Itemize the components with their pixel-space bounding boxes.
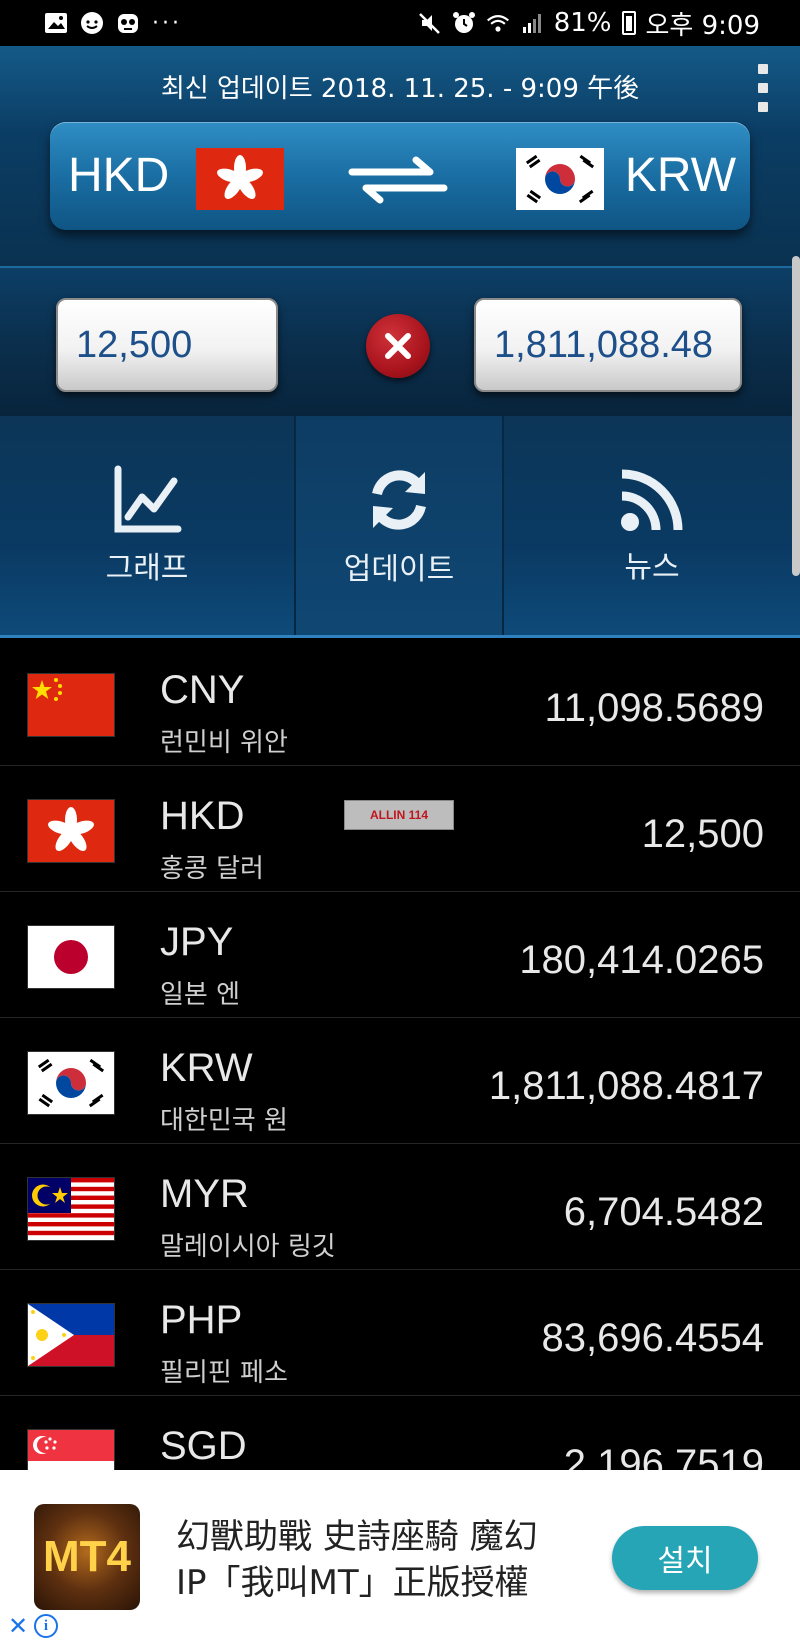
- battery-icon: [621, 11, 636, 35]
- currency-list: CNY 런민비 위안 11,098.5689 HKD ALLIN 114 홍콩 …: [0, 640, 800, 1470]
- update-label: 업데이트: [343, 551, 455, 587]
- status-bar: ··· 81% 오후 9:09: [0, 0, 800, 46]
- action-bar: 그래프 업데이트 뉴스: [0, 416, 800, 638]
- news-label: 뉴스: [624, 549, 680, 585]
- currency-name: 일본 엔: [160, 980, 241, 1010]
- currency-name: 대한민국 원: [160, 1106, 288, 1136]
- news-button[interactable]: 뉴스: [504, 416, 800, 635]
- currency-code: SGD: [160, 1424, 247, 1468]
- clear-button[interactable]: [366, 314, 430, 378]
- currency-code: KRW: [160, 1046, 253, 1090]
- currency-value: 180,414.0265: [519, 938, 764, 982]
- japan-flag-icon: [28, 926, 114, 988]
- currency-code: HKD: [160, 794, 245, 838]
- from-currency-code[interactable]: HKD: [68, 148, 169, 203]
- list-item-sgd[interactable]: SGD 2,196.7519: [0, 1396, 800, 1470]
- ad-banner[interactable]: MT4 幻獸助戰 史詩座騎 魔幻 IP「我叫MT」正版授權 설치 ✕ i: [0, 1470, 800, 1644]
- list-item-hkd[interactable]: HKD ALLIN 114 홍콩 달러 12,500: [0, 766, 800, 892]
- update-button[interactable]: 업데이트: [296, 416, 504, 635]
- currency-code: MYR: [160, 1172, 249, 1216]
- list-item-krw[interactable]: KRW 대한민국 원 1,811,088.4817: [0, 1018, 800, 1144]
- malaysia-flag-icon: [28, 1178, 114, 1240]
- from-amount-input[interactable]: 12,500: [56, 298, 278, 392]
- ad-app-icon[interactable]: MT4: [34, 1504, 140, 1610]
- china-flag-icon: [28, 674, 114, 736]
- overflow-menu-icon[interactable]: [754, 64, 772, 112]
- graph-label: 그래프: [105, 550, 189, 586]
- signal-icon: [520, 12, 544, 34]
- list-item-myr[interactable]: MYR 말레이시아 링깃 6,704.5482: [0, 1144, 800, 1270]
- refresh-icon: [372, 469, 426, 530]
- currency-value: 83,696.4554: [541, 1316, 764, 1360]
- to-amount-input[interactable]: 1,811,088.48: [474, 298, 742, 392]
- currency-code: PHP: [160, 1298, 243, 1342]
- rss-icon: [621, 469, 683, 531]
- ad-install-button[interactable]: 설치: [612, 1526, 758, 1590]
- chat-icon: [80, 12, 104, 34]
- app-header: 최신 업데이트 2018. 11. 25. - 9:09 午後 HKD KRW: [0, 46, 800, 266]
- currency-value: 1,811,088.4817: [488, 1064, 764, 1108]
- character-icon: [116, 12, 140, 34]
- close-icon: [385, 333, 411, 359]
- swap-currencies-icon[interactable]: [346, 156, 450, 204]
- ad-text-line1: 幻獸助戰 史詩座騎 魔幻: [176, 1517, 538, 1557]
- currency-name: 홍콩 달러: [160, 854, 264, 884]
- alarm-icon: [452, 12, 476, 34]
- list-item-php[interactable]: PHP 필리핀 페소 83,696.4554: [0, 1270, 800, 1396]
- hong-kong-flag-icon[interactable]: [196, 148, 284, 210]
- south-korea-flag-icon[interactable]: [516, 148, 604, 210]
- ad-text-line2: IP「我叫MT」正版授權: [176, 1563, 529, 1603]
- more-notifications-icon: ···: [152, 10, 182, 36]
- list-item-cny[interactable]: CNY 런민비 위안 11,098.5689: [0, 640, 800, 766]
- graph-button[interactable]: 그래프: [0, 416, 296, 635]
- ad-info-icon[interactable]: i: [34, 1614, 58, 1638]
- currency-name: 런민비 위안: [160, 728, 288, 758]
- singapore-flag-icon: [28, 1430, 114, 1470]
- scrollbar[interactable]: [792, 256, 800, 576]
- currency-value: 11,098.5689: [544, 686, 764, 730]
- chart-icon: [114, 465, 182, 532]
- battery-percent: 81%: [553, 8, 612, 38]
- gallery-icon: [44, 12, 68, 34]
- currency-pair-card[interactable]: HKD KRW: [50, 122, 750, 230]
- wifi-icon: [486, 12, 510, 34]
- last-update-text: 최신 업데이트 2018. 11. 25. - 9:09 午後: [160, 74, 640, 104]
- currency-value: 6,704.5482: [563, 1190, 764, 1234]
- currency-code: JPY: [160, 920, 234, 964]
- currency-name: 말레이시아 링깃: [160, 1232, 336, 1262]
- mute-icon: [418, 12, 442, 34]
- philippines-flag-icon: [28, 1304, 114, 1366]
- currency-value: 2,196.7519: [563, 1442, 764, 1470]
- ad-text[interactable]: 幻獸助戰 史詩座騎 魔幻 IP「我叫MT」正版授權: [176, 1514, 576, 1606]
- list-item-jpy[interactable]: JPY 일본 엔 180,414.0265: [0, 892, 800, 1018]
- sponsor-logo[interactable]: ALLIN 114: [344, 800, 454, 830]
- converter-panel: 12,500 1,811,088.48: [0, 266, 800, 416]
- currency-value: 12,500: [641, 812, 764, 856]
- south-korea-flag-icon: [28, 1052, 114, 1114]
- currency-code: CNY: [160, 668, 245, 712]
- currency-name: 필리핀 페소: [160, 1358, 288, 1388]
- ad-close-icon[interactable]: ✕: [8, 1612, 28, 1640]
- clock: 오후 9:09: [645, 10, 761, 41]
- hong-kong-flag-icon: [28, 800, 114, 862]
- to-currency-code[interactable]: KRW: [625, 148, 736, 203]
